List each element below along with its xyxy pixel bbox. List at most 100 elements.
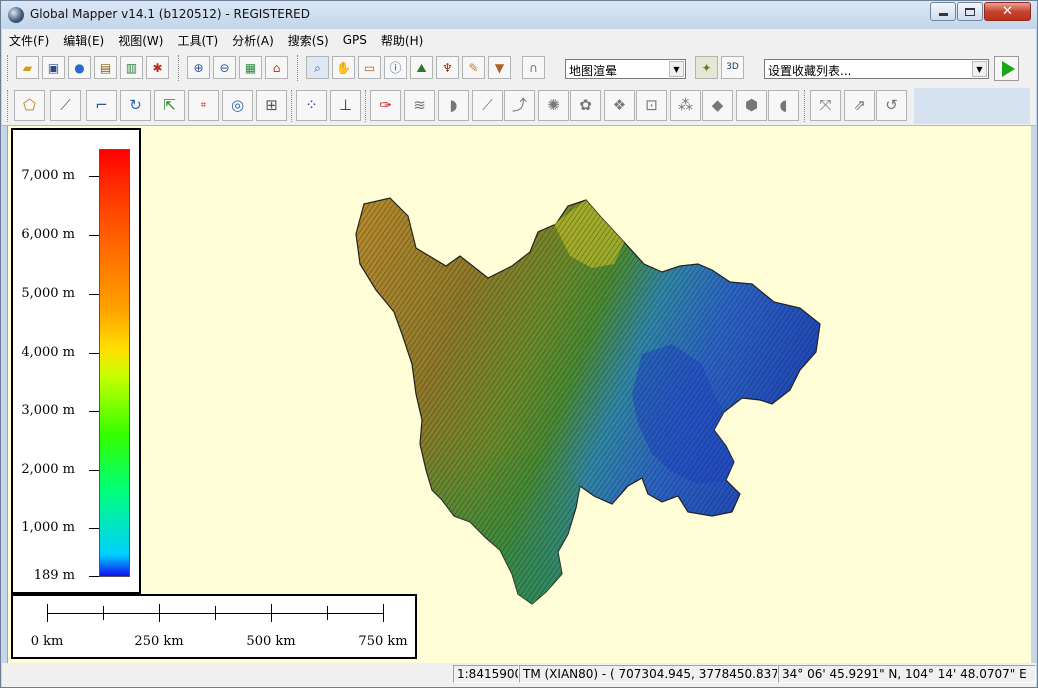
- disabled-tool-icon[interactable]: ↺: [876, 90, 907, 121]
- menu-help[interactable]: 帮助(H): [374, 32, 430, 49]
- legend-tick: [89, 411, 99, 412]
- toolbar-grip[interactable]: [178, 55, 181, 81]
- tower-icon[interactable]: ♆: [436, 56, 459, 79]
- scale-tick: [327, 606, 328, 620]
- elevation-color-ramp: [99, 149, 130, 577]
- app-window: Global Mapper v14.1 (b120512) - REGISTER…: [0, 0, 1038, 688]
- legend-label-7000: 7,000 m: [21, 168, 75, 183]
- toolbar-grip[interactable]: [7, 55, 10, 81]
- zoom-out-icon[interactable]: ⊖: [213, 56, 236, 79]
- layers-icon[interactable]: ▥: [120, 56, 143, 79]
- points-tool-icon[interactable]: ⁘: [296, 90, 327, 121]
- open-folder-icon[interactable]: ▰: [16, 56, 39, 79]
- elevation-terrain-map[interactable]: [342, 194, 822, 606]
- maximize-button[interactable]: [957, 2, 983, 21]
- disabled-tool-icon[interactable]: ◗: [438, 90, 469, 121]
- menu-file[interactable]: 文件(F): [2, 32, 56, 49]
- scale-tick: [383, 604, 384, 622]
- menu-search[interactable]: 搜索(S): [281, 32, 336, 49]
- minimize-icon: [938, 13, 948, 16]
- shader-settings-icon[interactable]: ✦: [695, 56, 718, 79]
- create-area-icon[interactable]: ⬠: [14, 90, 45, 121]
- legend-tick: [89, 576, 99, 577]
- menu-bar: 文件(F) 编辑(E) 视图(W) 工具(T) 分析(A) 搜索(S) GPS …: [2, 29, 1036, 51]
- zoom-tool-icon[interactable]: ⌕: [306, 56, 329, 79]
- move-feature-icon[interactable]: ⇱: [154, 90, 185, 121]
- status-latlon: 34° 06' 45.9291" N, 104° 14' 48.0707" E: [778, 665, 1036, 683]
- grid-tool-icon[interactable]: ⊞: [256, 90, 287, 121]
- toolbar-grip[interactable]: [7, 90, 10, 122]
- toolbar-grip[interactable]: [804, 90, 807, 122]
- disabled-tool-icon[interactable]: ⤧: [810, 90, 841, 121]
- print-icon[interactable]: ▤: [94, 56, 117, 79]
- pan-hand-icon[interactable]: ✋: [332, 56, 355, 79]
- title-bar[interactable]: Global Mapper v14.1 (b120512) - REGISTER…: [1, 1, 1037, 29]
- legend-label-3000: 3,000 m: [21, 403, 75, 418]
- create-line-icon[interactable]: ⟋: [50, 90, 81, 121]
- legend-label-1000: 1,000 m: [21, 520, 75, 535]
- menu-edit[interactable]: 编辑(E): [56, 32, 111, 49]
- disabled-tool-icon[interactable]: ⇗: [844, 90, 875, 121]
- disabled-tool-icon[interactable]: ⊡: [636, 90, 667, 121]
- menu-gps[interactable]: GPS: [336, 33, 374, 47]
- snap-tool-icon[interactable]: ⊥: [330, 90, 361, 121]
- chevron-down-icon[interactable]: ▼: [972, 61, 987, 77]
- menu-analysis[interactable]: 分析(A): [225, 32, 281, 49]
- scale-tick: [159, 604, 160, 622]
- shader-icon[interactable]: ∩: [522, 56, 545, 79]
- scale-tick: [47, 604, 48, 622]
- legend-label-189: 189 m: [33, 568, 75, 583]
- chevron-down-icon[interactable]: ▼: [669, 61, 684, 77]
- disabled-tool-icon[interactable]: ❖: [604, 90, 635, 121]
- draw-path-icon[interactable]: ✑: [370, 90, 401, 121]
- status-bar: 1:8415900 TM (XIAN80) - ( 707304.945, 37…: [2, 663, 1036, 687]
- disabled-tool-icon[interactable]: ◆: [702, 90, 733, 121]
- toolbar-grip[interactable]: [365, 90, 368, 122]
- digitizer-icon[interactable]: ✎: [462, 56, 485, 79]
- disabled-tool-icon[interactable]: ✺: [538, 90, 569, 121]
- path-profile-icon[interactable]: ⛰: [410, 56, 433, 79]
- minimize-button[interactable]: [930, 2, 956, 21]
- toolbar-grip[interactable]: [297, 55, 300, 81]
- disabled-tool-icon[interactable]: ✿: [570, 90, 601, 121]
- run-favorite-button[interactable]: [994, 56, 1019, 81]
- favorites-select[interactable]: 设置收藏列表... ▼: [764, 59, 989, 79]
- home-icon[interactable]: ⌂: [265, 56, 288, 79]
- save-icon[interactable]: ▣: [42, 56, 65, 79]
- zoom-full-icon[interactable]: ▦: [239, 56, 262, 79]
- legend-tick: [89, 353, 99, 354]
- toolbar-grip[interactable]: [291, 90, 294, 122]
- legend-label-5000: 5,000 m: [21, 286, 75, 301]
- disabled-tool-icon[interactable]: ⬢: [736, 90, 767, 121]
- legend-tick: [89, 176, 99, 177]
- config-icon[interactable]: ✱: [146, 56, 169, 79]
- favorites-value: 设置收藏列表...: [768, 64, 852, 78]
- menu-view[interactable]: 视图(W): [111, 32, 170, 49]
- 3d-path-icon[interactable]: ▼: [488, 56, 511, 79]
- disabled-tool-icon[interactable]: ⁂: [670, 90, 701, 121]
- measure-icon[interactable]: ▭: [358, 56, 381, 79]
- scale-label-0: 0 km: [30, 634, 64, 649]
- map-view[interactable]: 7,000 m 6,000 m 5,000 m 4,000 m 3,000 m …: [7, 126, 1031, 663]
- render-mode-value: 地图渲晕: [569, 64, 618, 78]
- rotate-feature-icon[interactable]: ↻: [120, 90, 151, 121]
- sichuan-region-shape: [355, 197, 821, 605]
- render-mode-select[interactable]: 地图渲晕 ▼: [565, 59, 686, 79]
- disabled-tool-icon[interactable]: ⤴: [504, 90, 535, 121]
- edit-vertices-icon[interactable]: ⌐: [86, 90, 117, 121]
- circle-tool-icon[interactable]: ◎: [222, 90, 253, 121]
- menu-tools[interactable]: 工具(T): [170, 32, 225, 49]
- disabled-tool-icon[interactable]: ≋: [404, 90, 435, 121]
- disabled-tool-icon[interactable]: ⟋: [472, 90, 503, 121]
- coda-icon[interactable]: ⌗: [188, 90, 219, 121]
- zoom-in-icon[interactable]: ⊕: [187, 56, 210, 79]
- globe-data-icon[interactable]: ●: [68, 56, 91, 79]
- scale-label-250: 250 km: [134, 634, 184, 649]
- digitizer-toolbar: ⬠ ⟋ ⌐ ↻ ⇱ ⌗ ◎ ⊞ ⁘ ⊥ ✑ ≋ ◗ ⟋ ⤴ ✺ ✿ ❖ ⊡ ⁂ …: [2, 86, 1036, 126]
- feature-info-icon[interactable]: ⓘ: [384, 56, 407, 79]
- close-button[interactable]: ✕: [984, 2, 1031, 21]
- window-title: Global Mapper v14.1 (b120512) - REGISTER…: [30, 7, 310, 21]
- 3d-view-icon[interactable]: 3D: [721, 56, 744, 79]
- close-icon: ✕: [1002, 4, 1013, 19]
- disabled-tool-icon[interactable]: ◖: [768, 90, 799, 121]
